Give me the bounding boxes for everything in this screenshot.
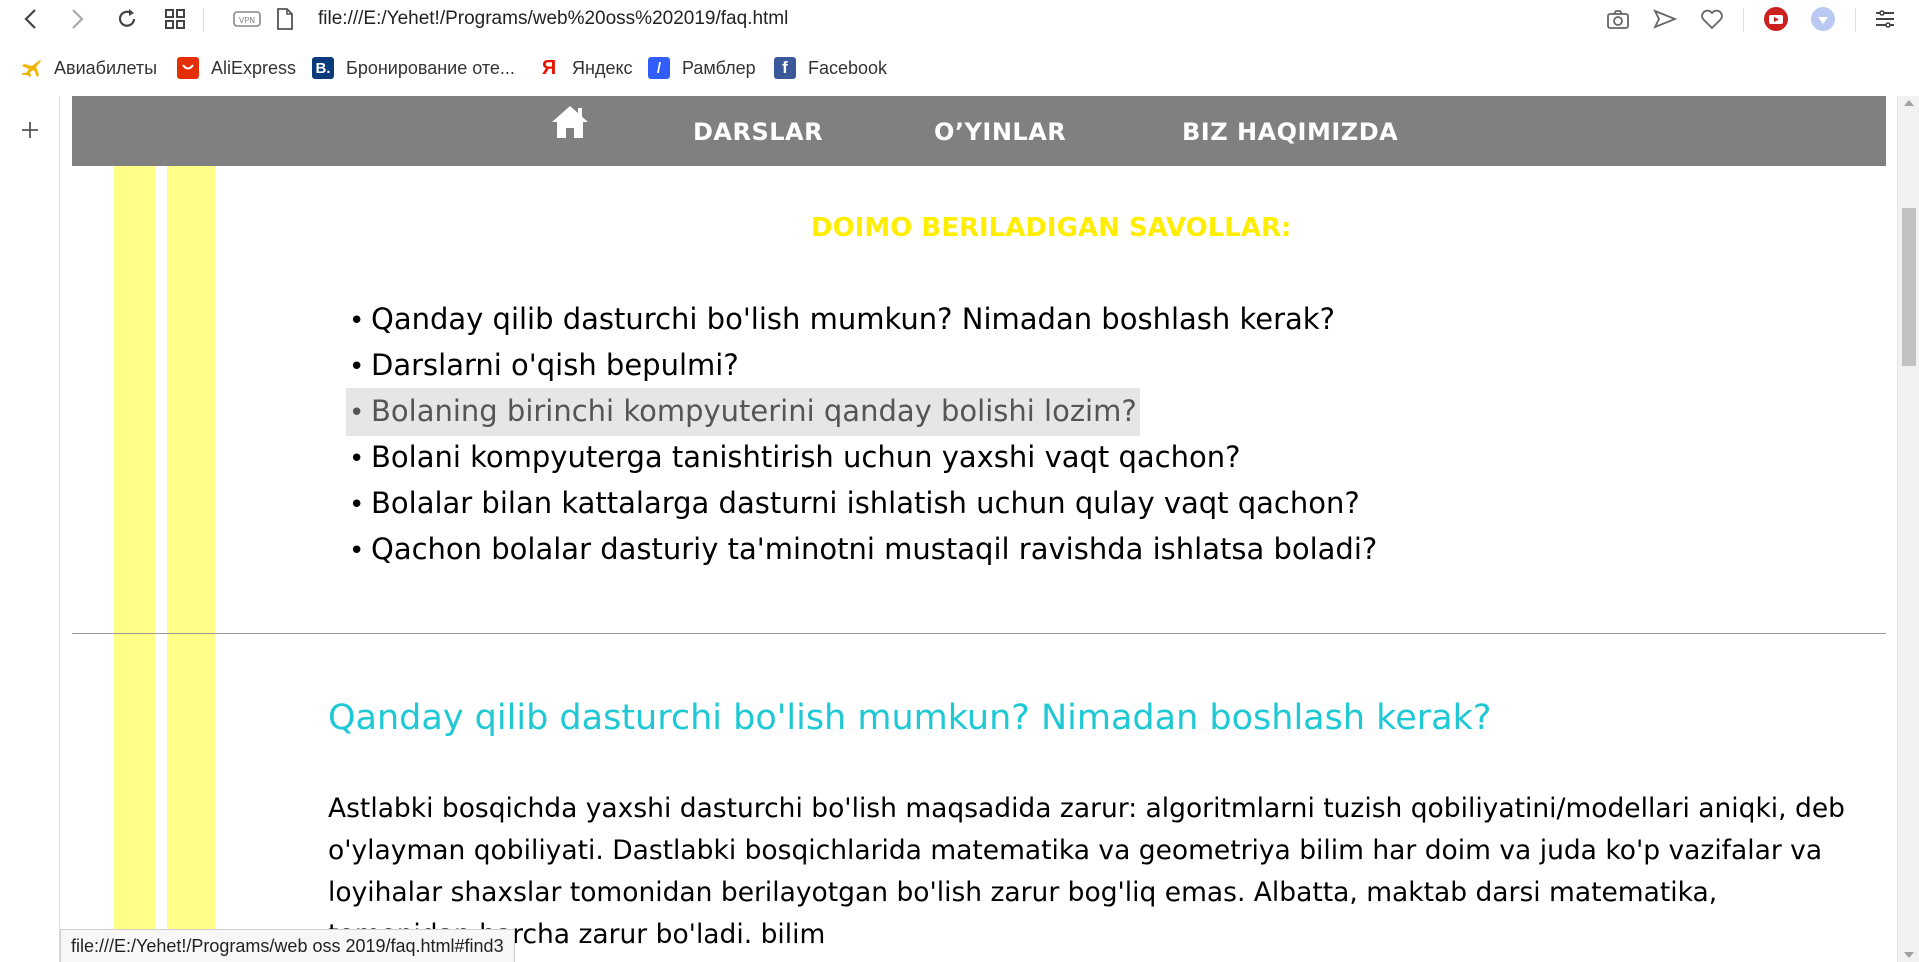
aliexpress-icon xyxy=(177,57,199,79)
bookmarks-bar: Авиабилеты AliExpress B. Бронирование от… xyxy=(0,48,1919,86)
decorative-stripe xyxy=(114,166,155,962)
bookmark-label: Бронирование оте... xyxy=(346,57,515,78)
youtube-extension-icon[interactable] xyxy=(1761,4,1791,34)
scrollbar[interactable] xyxy=(1897,96,1919,962)
facebook-icon: f xyxy=(774,57,796,79)
bookmark-facebook[interactable]: f Facebook xyxy=(774,56,887,80)
toolbar-separator xyxy=(203,8,204,32)
bullet: • xyxy=(349,306,365,336)
menu-icon[interactable] xyxy=(1870,4,1900,34)
faq-item-hovered[interactable]: • Bolaning birinchi kompyuterini qanday b… xyxy=(346,388,1380,436)
faq-title: DOIMO BERILADIGAN SAVOLLAR: xyxy=(811,213,1292,243)
nav-oyinlar[interactable]: O’YINLAR xyxy=(934,118,1066,146)
airplane-icon xyxy=(20,57,42,79)
faq-item[interactable]: • Qachon bolalar dasturiy ta'minotni must… xyxy=(346,526,1380,572)
faq-link[interactable]: • Bolaning birinchi kompyuterini qanday b… xyxy=(346,388,1140,436)
faq-link[interactable]: • Darslarni o'qish bepulmi? xyxy=(346,342,742,390)
page-viewport: DARSLAR O’YINLAR BIZ HAQIMIZDA DOIMO BER… xyxy=(61,96,1897,962)
bullet: • xyxy=(349,444,365,474)
link-status-bar: file:///E:/Yehet!/Programs/web oss 2019/… xyxy=(60,929,515,962)
section-divider xyxy=(72,633,1886,634)
bullet: • xyxy=(349,490,365,520)
toolbar-separator xyxy=(1743,8,1744,32)
scroll-down-arrow[interactable] xyxy=(1904,952,1914,958)
rambler-icon: / xyxy=(648,57,670,79)
download-extension-icon[interactable] xyxy=(1808,4,1838,34)
faq-list: • Qanday qilib dasturchi bo'lish mumkun? … xyxy=(346,296,1380,572)
scroll-thumb[interactable] xyxy=(1902,208,1916,366)
bullet: • xyxy=(349,352,365,382)
nav-darslar[interactable]: DARSLAR xyxy=(693,118,823,146)
bookmark-label: Авиабилеты xyxy=(54,57,158,78)
address-bar[interactable]: file:///E:/Yehet!/Programs/web%20oss%202… xyxy=(318,8,788,30)
bookmark-label: Яндекс xyxy=(572,57,633,78)
send-icon[interactable] xyxy=(1650,4,1680,34)
site-nav: DARSLAR O’YINLAR BIZ HAQIMIZDA xyxy=(72,96,1886,166)
bookmark-label: Рамблер xyxy=(682,57,756,78)
faq-item[interactable]: • Bolani kompyuterga tanishtirish uchun y… xyxy=(346,434,1380,480)
tabs-grid-icon[interactable] xyxy=(160,4,190,34)
decorative-stripe xyxy=(167,166,215,962)
booking-icon: B. xyxy=(312,57,334,79)
reload-icon[interactable] xyxy=(112,4,142,34)
camera-icon[interactable] xyxy=(1603,4,1633,34)
bullet: • xyxy=(349,398,365,428)
faq-item[interactable]: • Bolalar bilan kattalarga dasturni ishla… xyxy=(346,480,1380,526)
faq-question: Bolalar bilan kattalarga dasturni ishlat… xyxy=(371,486,1360,520)
bullet: • xyxy=(349,536,365,566)
vpn-icon[interactable]: VPN xyxy=(232,4,262,34)
faq-link[interactable]: • Qachon bolalar dasturiy ta'minotni must… xyxy=(346,526,1380,574)
heart-icon[interactable] xyxy=(1697,4,1727,34)
browser-toolbar: VPN file:///E:/Yehet!/Programs/web%20oss… xyxy=(0,0,1919,40)
add-panel-icon[interactable] xyxy=(16,116,44,144)
section-heading: Qanday qilib dasturchi bo'lish mumkun? N… xyxy=(328,698,1492,738)
answer-paragraph: Astlabki bosqichda yaxshi dasturchi bo'l… xyxy=(328,793,1845,950)
bookmark-yandex[interactable]: Я Яндекс xyxy=(538,56,633,80)
back-icon[interactable] xyxy=(16,4,46,34)
bookmark-label: AliExpress xyxy=(211,57,297,78)
forward-icon[interactable] xyxy=(62,4,92,34)
bookmark-rambler[interactable]: / Рамблер xyxy=(648,56,756,80)
faq-question: Qanday qilib dasturchi bo'lish mumkun? N… xyxy=(371,302,1335,336)
faq-link[interactable]: • Qanday qilib dasturchi bo'lish mumkun? … xyxy=(346,296,1338,344)
side-panel xyxy=(0,96,60,962)
bookmark-aviabilety[interactable]: Авиабилеты xyxy=(20,56,157,80)
faq-link[interactable]: • Bolalar bilan kattalarga dasturni ishla… xyxy=(346,480,1363,528)
page-icon xyxy=(270,4,300,34)
faq-question: Bolaning birinchi kompyuterini qanday bo… xyxy=(371,394,1137,428)
faq-link[interactable]: • Bolani kompyuterga tanishtirish uchun y… xyxy=(346,434,1244,482)
faq-question: Qachon bolalar dasturiy ta'minotni musta… xyxy=(371,532,1378,566)
bookmark-booking[interactable]: B. Бронирование оте... xyxy=(312,56,515,80)
faq-item[interactable]: • Qanday qilib dasturchi bo'lish mumkun? … xyxy=(346,296,1380,342)
faq-question: Darslarni o'qish bepulmi? xyxy=(371,348,739,382)
toolbar-separator xyxy=(1855,8,1856,32)
bookmark-label: Facebook xyxy=(808,57,888,78)
home-icon[interactable] xyxy=(550,104,590,142)
nav-biz-haqimizda[interactable]: BIZ HAQIMIZDA xyxy=(1182,118,1398,146)
faq-question: Bolani kompyuterga tanishtirish uchun ya… xyxy=(371,440,1241,474)
bookmark-aliexpress[interactable]: AliExpress xyxy=(177,56,296,80)
yandex-icon: Я xyxy=(541,56,557,79)
scroll-up-arrow[interactable] xyxy=(1904,100,1914,106)
faq-item[interactable]: • Darslarni o'qish bepulmi? xyxy=(346,342,1380,388)
svg-text:VPN: VPN xyxy=(239,16,255,25)
